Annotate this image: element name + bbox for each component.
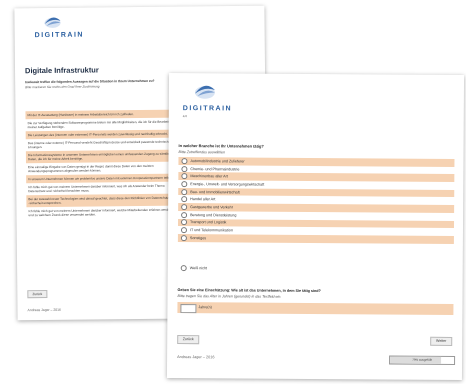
radio-button[interactable]	[180, 265, 187, 272]
back-button[interactable]: Zurück	[27, 289, 48, 299]
industry-options: Automobilindustrie und Zulieferer Chemie-…	[177, 157, 455, 244]
logo-mark-icon	[44, 17, 61, 28]
back-button[interactable]: Zurück	[177, 335, 200, 345]
page-title: Digitale Infrastruktur	[24, 65, 99, 76]
digitrain-logo: DIGITRAIN	[24, 14, 84, 41]
next-button[interactable]: Weiter	[430, 336, 453, 346]
option-label: Gastgewerbe und Verkehr	[190, 205, 233, 210]
digitrain-logo: DIGITRAIN 4.0	[179, 81, 239, 119]
option-label: Chemie- und Pharmaindustrie	[190, 166, 240, 171]
statement-list: Mit der IT-Ausstattung (Hardware) in mei…	[25, 109, 179, 220]
radio-button[interactable]	[181, 157, 188, 164]
option-label: Energie-, Umwelt- und Versorgungswirtsch…	[190, 182, 265, 187]
logo-wordmark-text: DIGITRAIN	[182, 105, 233, 113]
option-label: Transport und Logistik	[190, 220, 227, 225]
radio-button[interactable]	[181, 165, 188, 172]
logo-mark-icon	[194, 85, 215, 99]
age-unit-label: Jahre(n)	[198, 305, 212, 310]
radio-button[interactable]	[181, 196, 188, 203]
industry-option[interactable]: Sonstiges	[177, 233, 454, 244]
front-survey-page: DIGITRAIN 4.0 In welcher Branche ist Ihr…	[166, 72, 465, 381]
footer-text: Andreas Jager – 2016	[27, 307, 61, 313]
radio-button[interactable]	[181, 173, 188, 180]
radio-button[interactable]	[180, 227, 187, 234]
option-label: Automobilindustrie und Zulieferer	[190, 158, 245, 164]
progress-label: 79% ausgefüllt	[412, 357, 432, 362]
industry-hint: Bitte Zutreffendes auswählen	[178, 150, 226, 155]
option-label: Beratung und Dienstleistung	[190, 212, 237, 218]
option-label: Sonstiges	[189, 235, 207, 240]
logo-wordmark: DIGITRAIN	[34, 31, 84, 40]
logo-version: 4.0	[182, 114, 187, 119]
option-label: Weiß nicht	[189, 266, 208, 271]
radio-button[interactable]	[181, 180, 188, 188]
age-hint: Bitte tragen Sie das Alter in Jahren (ge…	[177, 294, 282, 299]
statement-row: Ich fühle mich gut von meinem Unternehme…	[28, 207, 172, 218]
option-label: IT und Telekommunikation	[189, 228, 233, 233]
industry-question: In welcher Branche ist Ihr Unternehmen t…	[178, 143, 264, 149]
age-question: Geben Sie eine Einschätzung: Wie alt ist…	[177, 288, 321, 294]
age-input[interactable]	[180, 304, 197, 314]
option-label: Bau- und Immobilienwirtschaft	[190, 189, 240, 195]
logo-wordmark: DIGITRAIN 4.0	[183, 105, 239, 119]
radio-button[interactable]	[181, 204, 188, 211]
option-label: Maschinenbau aller Art	[190, 174, 228, 179]
age-input-row: Jahre(n)	[177, 302, 454, 315]
radio-button[interactable]	[181, 219, 188, 226]
progress-bar: 79% ausgefüllt	[389, 355, 456, 365]
option-label: Handel aller Art	[190, 197, 216, 202]
radio-button[interactable]	[181, 211, 188, 218]
dont-know-option[interactable]: Weiß nicht	[178, 265, 208, 272]
footer-text: Andreas Jager – 2016	[177, 355, 215, 360]
radio-button[interactable]	[181, 188, 188, 195]
radio-button[interactable]	[180, 234, 187, 241]
